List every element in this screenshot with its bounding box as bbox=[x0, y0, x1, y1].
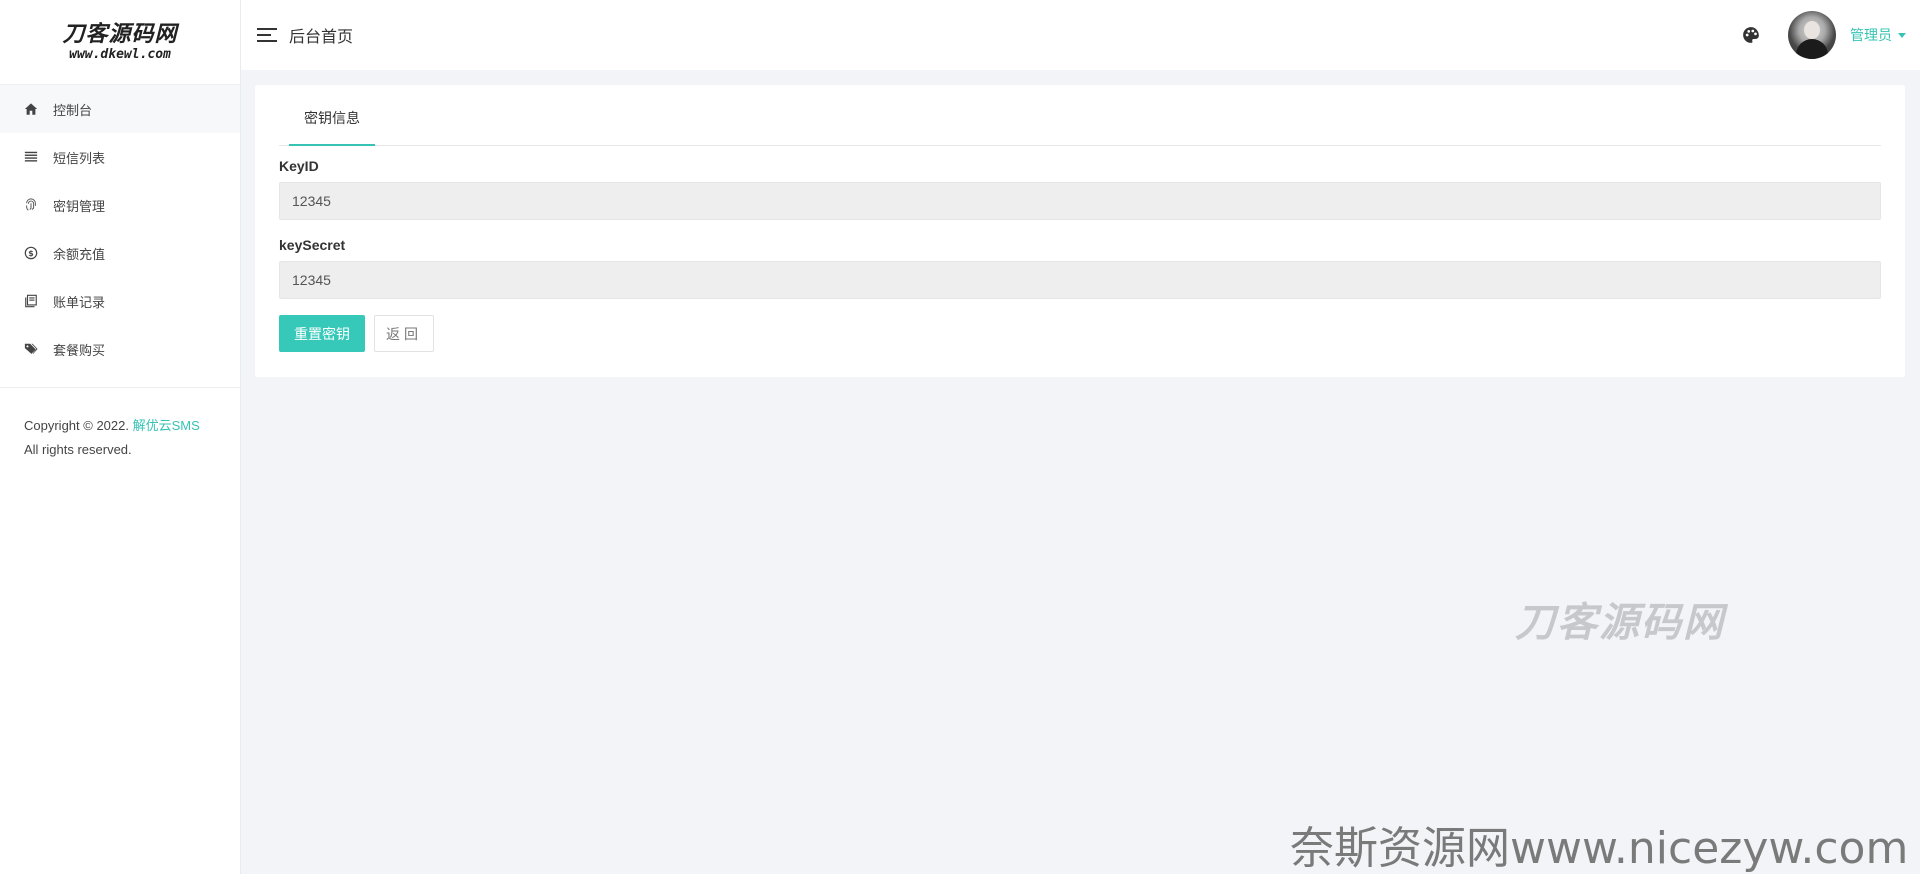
user-menu[interactable]: 管理员 bbox=[1850, 25, 1906, 45]
tab-key-info[interactable]: 密钥信息 bbox=[289, 85, 375, 146]
sidebar-item-packages[interactable]: 套餐购买 bbox=[0, 325, 240, 373]
sidebar-item-label: 密钥管理 bbox=[53, 198, 106, 214]
list-icon bbox=[23, 149, 39, 165]
key-secret-label: keySecret bbox=[279, 237, 346, 253]
header-right: 管理员 bbox=[1742, 11, 1906, 59]
copyright-suffix: All rights reserved. bbox=[24, 442, 132, 457]
watermark-center: 刀客源码网 bbox=[1515, 599, 1725, 646]
sidebar-item-billing[interactable]: 账单记录 bbox=[0, 277, 240, 325]
dollar-circle-icon: $ bbox=[23, 245, 39, 261]
back-button[interactable]: 返回 bbox=[374, 315, 434, 352]
copyright: Copyright © 2022. 解优云SMS All rights rese… bbox=[0, 388, 240, 462]
avatar[interactable] bbox=[1788, 11, 1836, 59]
copyright-link[interactable]: 解优云SMS bbox=[133, 418, 200, 433]
brand-logo-sub: www.dkewl.com bbox=[69, 47, 171, 62]
key-id-label: KeyID bbox=[279, 158, 319, 174]
menu-toggle-icon[interactable] bbox=[257, 28, 277, 42]
copyright-prefix: Copyright © 2022. bbox=[24, 418, 129, 433]
fingerprint-icon bbox=[23, 197, 39, 213]
brand-logo[interactable]: 刀客源码网 www.dkewl.com bbox=[0, 0, 240, 85]
page-title: 后台首页 bbox=[289, 29, 354, 46]
sidebar-item-dashboard[interactable]: 控制台 bbox=[0, 85, 240, 133]
home-icon bbox=[23, 101, 39, 117]
key-info-card: 密钥信息 KeyID keySecret 重置密钥 返回 bbox=[255, 85, 1905, 377]
sidebar-item-key-management[interactable]: 密钥管理 bbox=[0, 181, 240, 229]
sidebar: 刀客源码网 www.dkewl.com 控制台 短信列表 密钥管理 $ 余额充值 bbox=[0, 0, 241, 874]
caret-down-icon bbox=[1898, 32, 1906, 38]
sidebar-nav: 控制台 短信列表 密钥管理 $ 余额充值 账单记录 套餐购买 bbox=[0, 85, 240, 373]
sidebar-item-sms-list[interactable]: 短信列表 bbox=[0, 133, 240, 181]
reset-key-button[interactable]: 重置密钥 bbox=[279, 315, 365, 352]
book-icon bbox=[23, 293, 39, 309]
palette-icon[interactable] bbox=[1742, 26, 1760, 44]
tab-bar: 密钥信息 bbox=[279, 85, 1881, 146]
watermark-footer: 奈斯资源网www.nicezyw.com bbox=[1290, 823, 1909, 874]
key-id-field[interactable] bbox=[279, 182, 1881, 220]
tags-icon bbox=[23, 341, 39, 357]
brand-logo-main: 刀客源码网 bbox=[62, 21, 178, 47]
sidebar-item-label: 账单记录 bbox=[53, 294, 106, 310]
top-header: 后台首页 管理员 bbox=[241, 0, 1920, 70]
sidebar-item-label: 套餐购买 bbox=[53, 342, 106, 358]
sidebar-item-recharge[interactable]: $ 余额充值 bbox=[0, 229, 240, 277]
svg-text:$: $ bbox=[28, 249, 33, 258]
sidebar-item-label: 短信列表 bbox=[53, 150, 106, 166]
sidebar-item-label: 余额充值 bbox=[53, 246, 106, 262]
user-name: 管理员 bbox=[1850, 27, 1892, 43]
sidebar-item-label: 控制台 bbox=[53, 102, 93, 118]
key-secret-field[interactable] bbox=[279, 261, 1881, 299]
